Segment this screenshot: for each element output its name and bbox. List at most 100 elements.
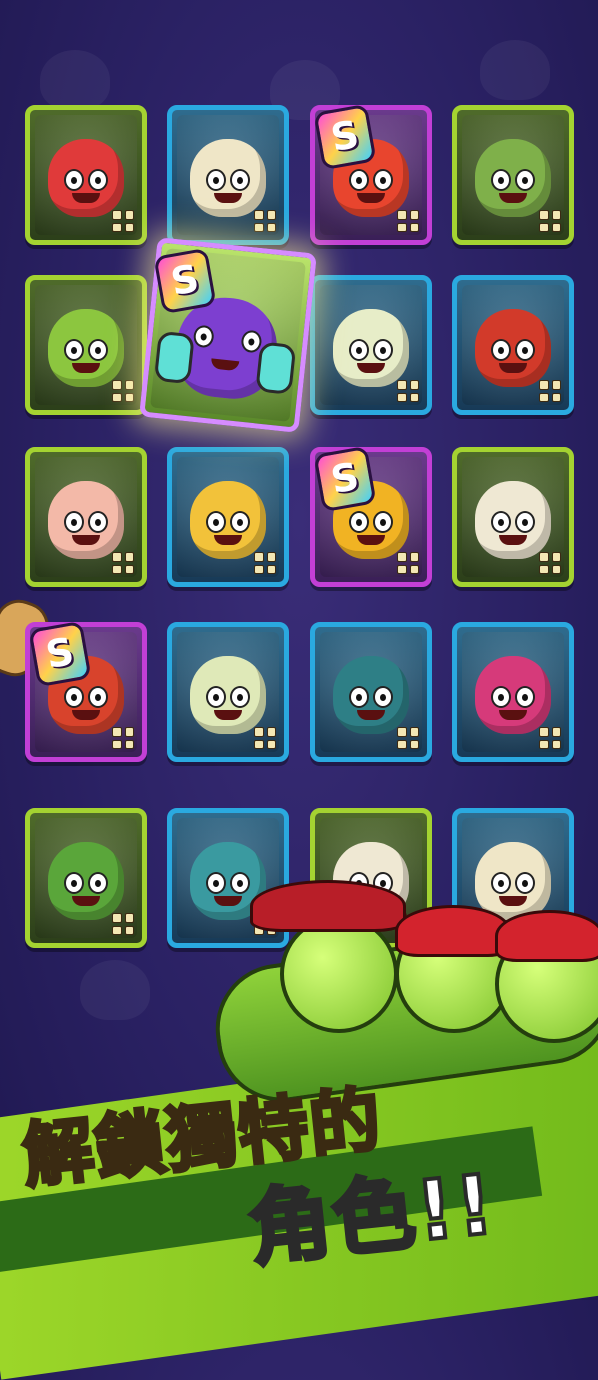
- strawberry-character-icon: [48, 138, 124, 217]
- mouth: [214, 534, 242, 545]
- eye: [515, 510, 535, 533]
- eye: [491, 871, 511, 894]
- eye: [515, 338, 535, 361]
- level-dot: [551, 739, 561, 749]
- character-card-beet-wizard[interactable]: [452, 622, 574, 762]
- skull-decoration-icon: [80, 960, 150, 1020]
- level-dot: [112, 739, 122, 749]
- mouth: [210, 358, 240, 372]
- eye: [88, 871, 108, 894]
- level-dot: [409, 210, 419, 220]
- level-dot: [539, 210, 549, 220]
- level-dot: [409, 727, 419, 737]
- level-dot: [551, 392, 561, 402]
- level-dots-icon: [254, 727, 276, 749]
- character-card-pepper-lightning[interactable]: [25, 808, 147, 948]
- level-dot: [266, 564, 276, 574]
- level-dots-icon: [112, 727, 134, 749]
- eye: [64, 338, 84, 361]
- level-dot: [266, 210, 276, 220]
- level-dot: [112, 210, 122, 220]
- character-card-leek[interactable]: [310, 275, 432, 415]
- level-dot: [539, 739, 549, 749]
- level-dot: [409, 552, 419, 562]
- level-dots-icon: [254, 552, 276, 574]
- level-dots-icon: [397, 210, 419, 232]
- level-dot: [266, 727, 276, 737]
- bamboo-rock-character-icon: [190, 655, 266, 734]
- character-card-mushroom-sunglasses[interactable]: [167, 447, 289, 587]
- eye: [515, 685, 535, 708]
- level-dot: [539, 727, 549, 737]
- eye: [64, 871, 84, 894]
- level-dot: [266, 739, 276, 749]
- level-dot: [124, 739, 134, 749]
- eye: [64, 685, 84, 708]
- mouth: [499, 895, 527, 906]
- character-card-cauliflower-ram[interactable]: [167, 105, 289, 245]
- level-dot: [112, 222, 122, 232]
- eye: [491, 338, 511, 361]
- character-card-pea-pirate[interactable]: [25, 275, 147, 415]
- level-dot: [124, 380, 134, 390]
- level-dot: [397, 210, 407, 220]
- pea-pirate-character-icon: [280, 915, 398, 1033]
- peach-nurse-character-icon: [48, 480, 124, 559]
- pea-pirate-character-icon: [48, 308, 124, 387]
- character-card-strawberry[interactable]: [25, 105, 147, 245]
- level-dot: [254, 739, 264, 749]
- eye: [515, 871, 535, 894]
- mouth: [214, 192, 242, 203]
- level-dots-icon: [112, 552, 134, 574]
- eye: [206, 510, 226, 533]
- character-card-blueberry-lightning[interactable]: [310, 622, 432, 762]
- level-dot: [397, 380, 407, 390]
- level-dot: [397, 739, 407, 749]
- level-dot: [124, 913, 134, 923]
- character-card-garlic-hammer[interactable]: [452, 447, 574, 587]
- character-card-peach-nurse[interactable]: [25, 447, 147, 587]
- mouth: [214, 895, 242, 906]
- garlic-hammer-character-icon: [475, 480, 551, 559]
- eye: [491, 168, 511, 191]
- pepper-lightning-character-icon: [48, 841, 124, 920]
- level-dot: [124, 210, 134, 220]
- eye: [230, 871, 250, 894]
- level-dots-icon: [397, 380, 419, 402]
- level-dot: [539, 392, 549, 402]
- level-dots-icon: [539, 727, 561, 749]
- cauliflower-ram-character-icon: [190, 138, 266, 217]
- eye: [88, 338, 108, 361]
- mouth: [499, 534, 527, 545]
- level-dot: [112, 727, 122, 737]
- level-dot: [551, 222, 561, 232]
- eye: [88, 168, 108, 191]
- eye: [206, 685, 226, 708]
- mouth: [72, 709, 100, 720]
- mouth: [357, 192, 385, 203]
- level-dot: [254, 727, 264, 737]
- rarity-s-badge: S: [28, 620, 92, 688]
- bandana-icon: [495, 910, 598, 962]
- cauliflower-character-icon: [475, 841, 551, 920]
- level-dot: [397, 392, 407, 402]
- mouth: [499, 709, 527, 720]
- eye: [491, 685, 511, 708]
- eye: [206, 871, 226, 894]
- level-dot: [266, 552, 276, 562]
- character-card-bamboo-rock[interactable]: [167, 622, 289, 762]
- character-card-chili[interactable]: [452, 275, 574, 415]
- rarity-s-badge: S: [313, 103, 377, 171]
- leek-character-icon: [333, 308, 409, 387]
- blueberry-lightning-character-icon: [333, 655, 409, 734]
- level-dot: [254, 564, 264, 574]
- level-dot: [112, 913, 122, 923]
- level-dot: [254, 552, 264, 562]
- character-card-artichoke[interactable]: [452, 105, 574, 245]
- eye: [349, 338, 369, 361]
- eye: [373, 510, 393, 533]
- eye: [373, 168, 393, 191]
- eye: [88, 510, 108, 533]
- level-dot: [124, 392, 134, 402]
- level-dot: [409, 222, 419, 232]
